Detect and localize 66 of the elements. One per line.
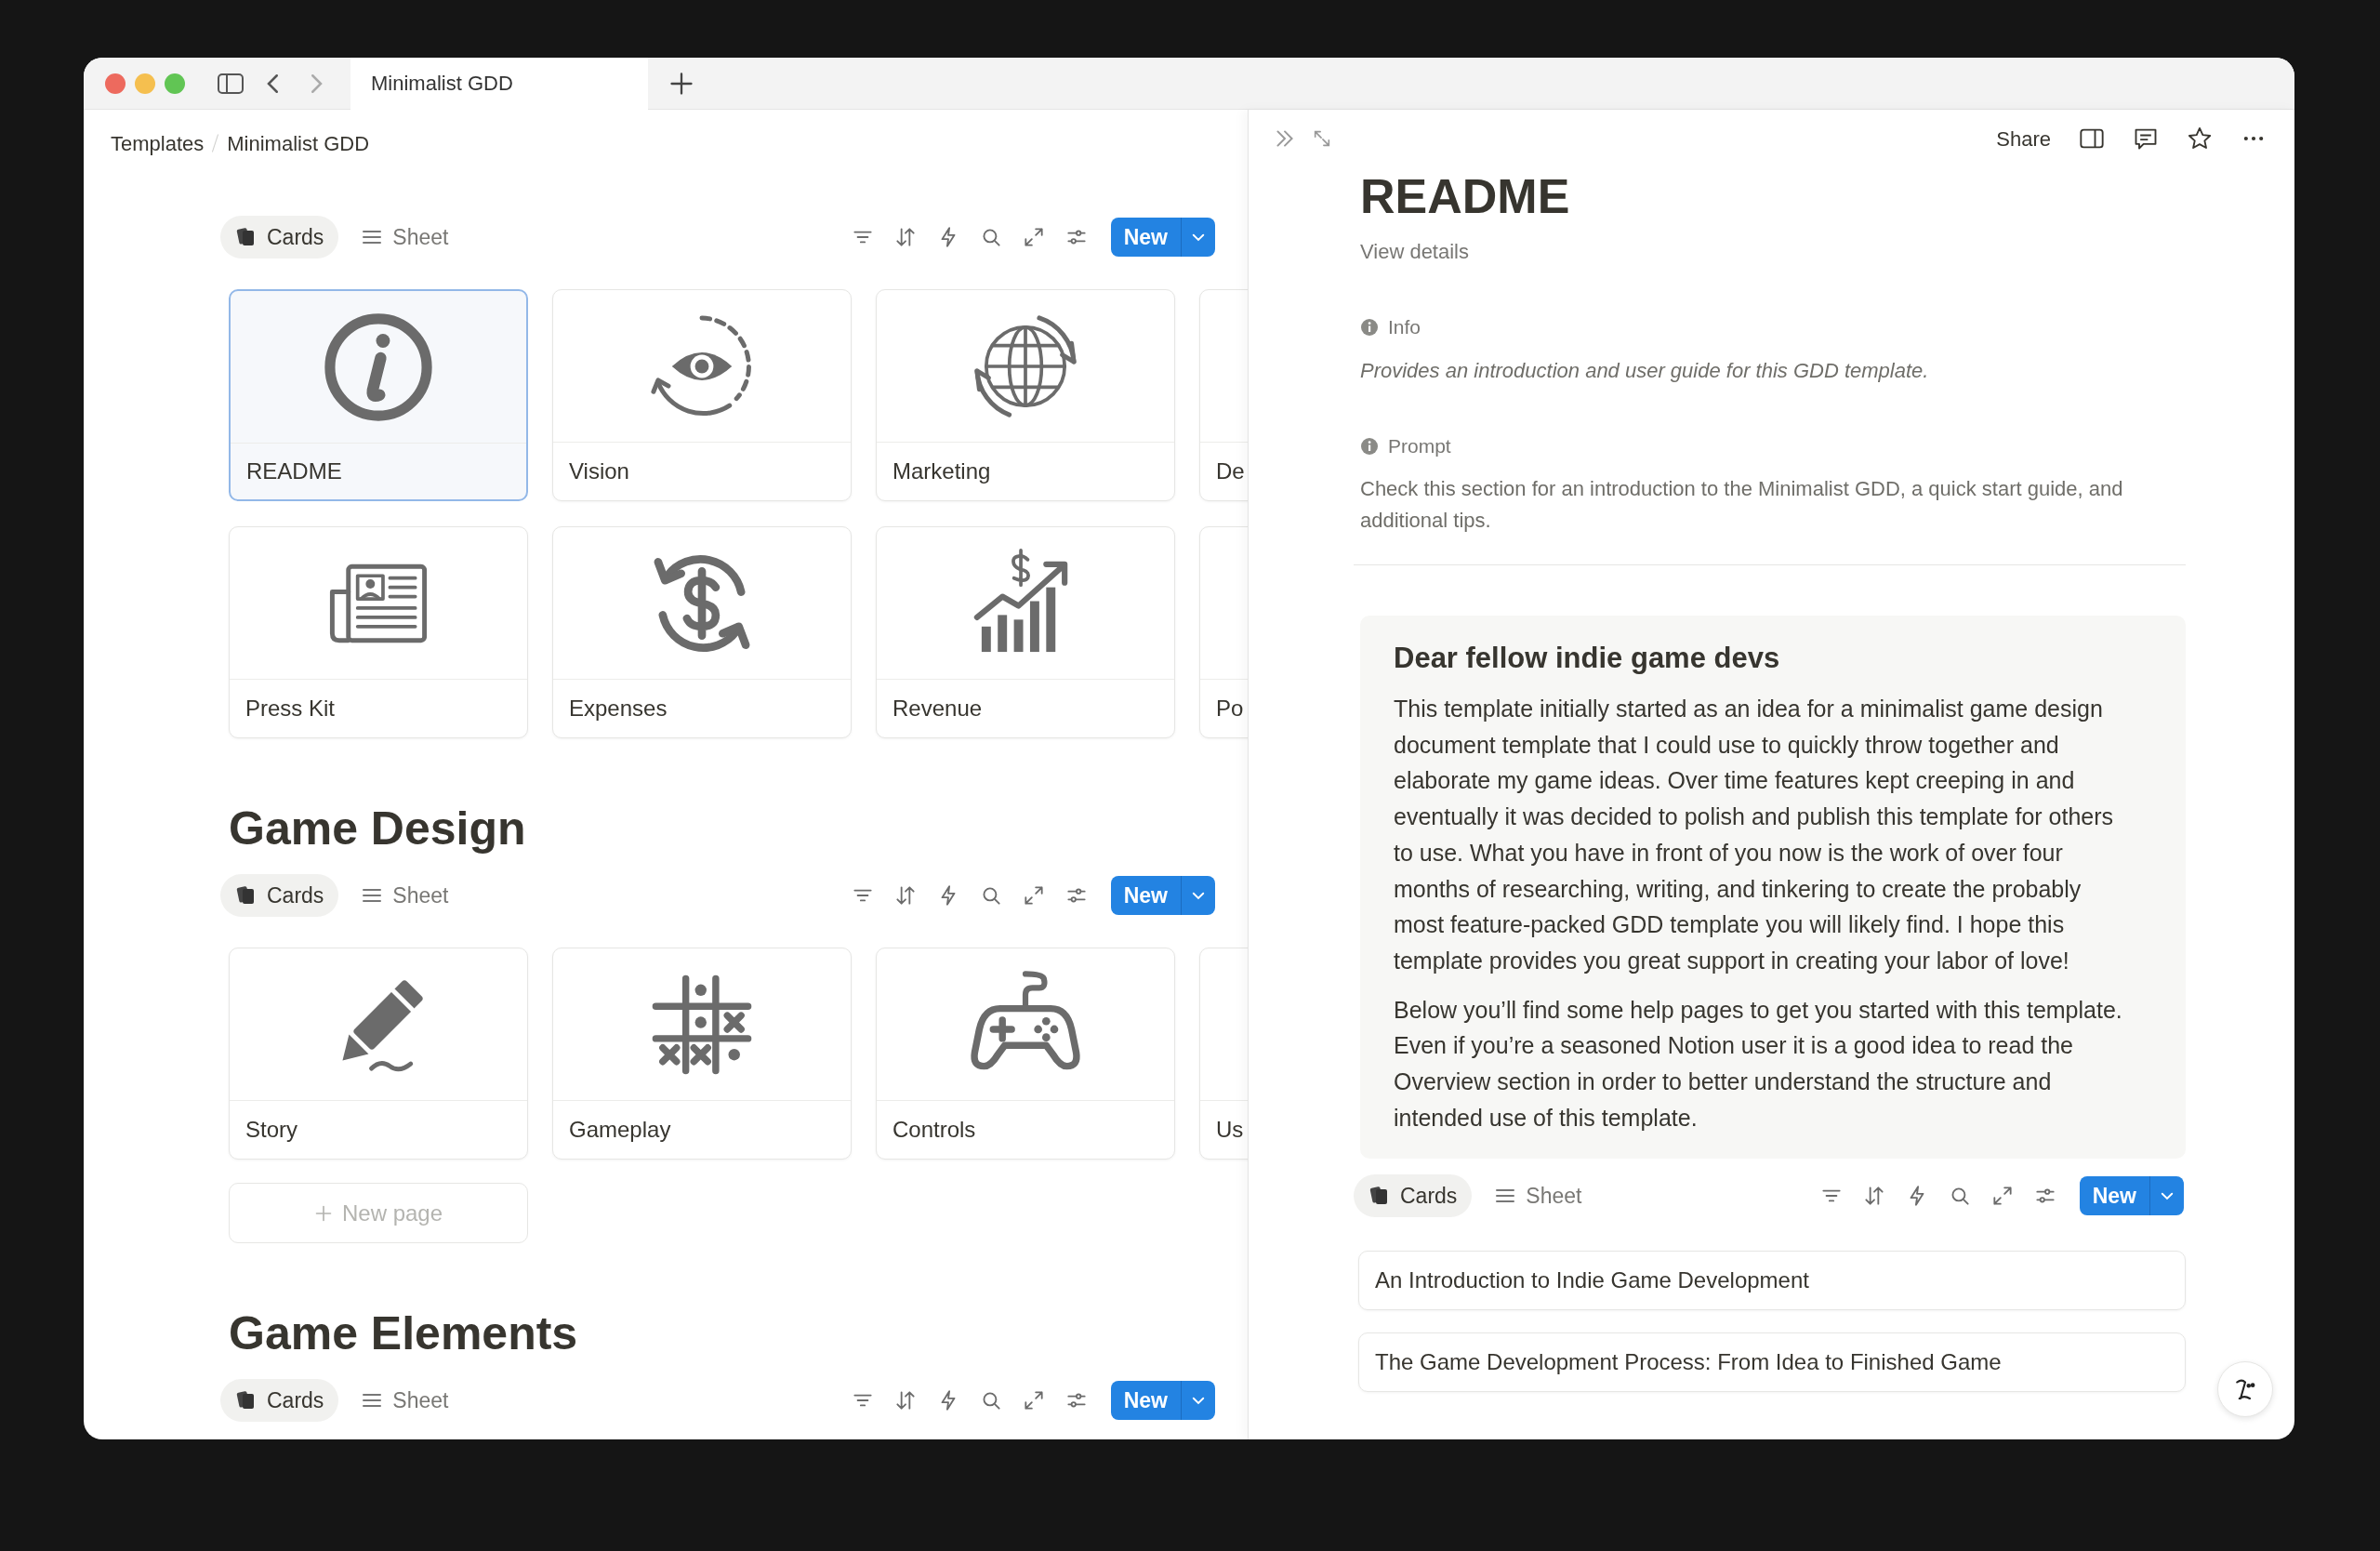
new-button[interactable]: New <box>2079 1176 2184 1216</box>
expand-icon[interactable] <box>1312 128 1332 149</box>
section-heading: Game Elements <box>229 1307 578 1359</box>
share-button[interactable]: Share <box>1996 123 2051 154</box>
page-card[interactable]: Us <box>1199 948 1248 1160</box>
page-row[interactable]: The Game Development Process: From Idea to Finished Game <box>1358 1332 2186 1393</box>
plus-icon <box>313 1203 333 1223</box>
info-icon <box>1360 437 1379 456</box>
view-tab[interactable]: Cards <box>1354 1174 1473 1218</box>
callout-heading: Dear fellow indie game devs <box>1394 641 1781 676</box>
page-title: README <box>1360 168 1570 225</box>
plus-icon[interactable] <box>668 70 694 97</box>
card-title: Press Kit <box>245 695 336 722</box>
card-title: Controls <box>892 1116 976 1144</box>
star-icon[interactable] <box>2187 126 2213 152</box>
sidebar-icon[interactable] <box>217 71 245 96</box>
property-value: Provides an introduction and user guide for this GDD template. <box>1360 358 1930 384</box>
view-tab[interactable]: Sheet <box>1479 1174 1597 1218</box>
breadcrumb-link[interactable]: Templates <box>111 127 205 159</box>
card-title: Po <box>1216 695 1244 722</box>
page-card[interactable]: Marketing <box>876 289 1175 501</box>
card-title: Expenses <box>569 695 668 722</box>
view-tab[interactable]: Cards <box>220 216 339 258</box>
page-card[interactable]: README <box>229 289 528 501</box>
callout-paragraph: Below you’ll find some help pages to get you started with this template. Even if you’re a seasoned Notion user it is a good idea to read the Overview section in order to better understand the structure and intended use of this template. <box>1394 995 2123 1133</box>
view-tab[interactable]: Sheet <box>346 874 464 917</box>
card-title: Revenue <box>892 695 983 722</box>
card-title: Vision <box>569 457 629 485</box>
card-title: Us <box>1216 1116 1244 1144</box>
page-card[interactable]: Story <box>229 948 528 1160</box>
close-window-button[interactable] <box>105 73 126 94</box>
page-card[interactable]: Controls <box>876 948 1175 1160</box>
page-card[interactable]: Press Kit <box>229 526 528 738</box>
browser-tab[interactable]: Minimalist GDD <box>350 58 648 110</box>
view-details-link[interactable]: View details <box>1360 237 1469 267</box>
help-button[interactable] <box>2217 1361 2273 1417</box>
page-card[interactable]: Gameplay <box>552 948 852 1160</box>
page-card[interactable]: Revenue <box>876 526 1175 738</box>
card-title: README <box>246 457 342 485</box>
new-button[interactable]: New <box>1110 218 1215 257</box>
card-title: Marketing <box>892 457 991 485</box>
new-label[interactable]: New <box>2079 1180 2149 1213</box>
card-title: Story <box>245 1116 298 1144</box>
view-tab[interactable]: Sheet <box>346 1379 464 1422</box>
info-icon <box>1360 318 1379 337</box>
view-tab[interactable]: Cards <box>220 874 339 917</box>
page-card[interactable]: Vision <box>552 289 852 501</box>
property-value: Check this section for an introduction to the Minimalist GDD, a quick start guide, and additional tips. <box>1360 476 2124 534</box>
callout-paragraph: This template initially started as an idea for a minimalist game design document template that I could use to quickly throw together and elaborate my game ideas. Over time features kept creeping in and eventually it was decided to polish and publish this template for others to use. What you have in front of you now is the work of over four months of researching, writing, and tinkering to create the probably most feature-packed GDD template you will likely find. I hope this template provides you great support in creating your labor of love! <box>1394 695 2115 975</box>
new-label[interactable]: New <box>1110 1384 1181 1417</box>
card-title: Gameplay <box>569 1116 671 1144</box>
section-heading: Game Design <box>229 802 526 855</box>
new-label[interactable]: New <box>1110 879 1181 912</box>
card-title: De <box>1216 457 1245 485</box>
page-row[interactable]: An Introduction to Indie Game Development <box>1358 1251 2186 1311</box>
property-label: Info <box>1388 315 1421 339</box>
page-card[interactable]: Po <box>1199 526 1248 738</box>
page-card[interactable]: Expenses <box>552 526 852 738</box>
page-card[interactable]: De <box>1199 289 1248 501</box>
view-tab[interactable]: Sheet <box>346 216 464 258</box>
view-tab[interactable]: Cards <box>220 1379 339 1422</box>
property-label: Prompt <box>1388 434 1451 458</box>
new-button[interactable]: New <box>1110 1381 1215 1420</box>
new-button[interactable]: New <box>1110 876 1215 915</box>
breadcrumb-link[interactable]: Minimalist GDD <box>227 127 370 159</box>
new-label[interactable]: New <box>1110 220 1181 254</box>
